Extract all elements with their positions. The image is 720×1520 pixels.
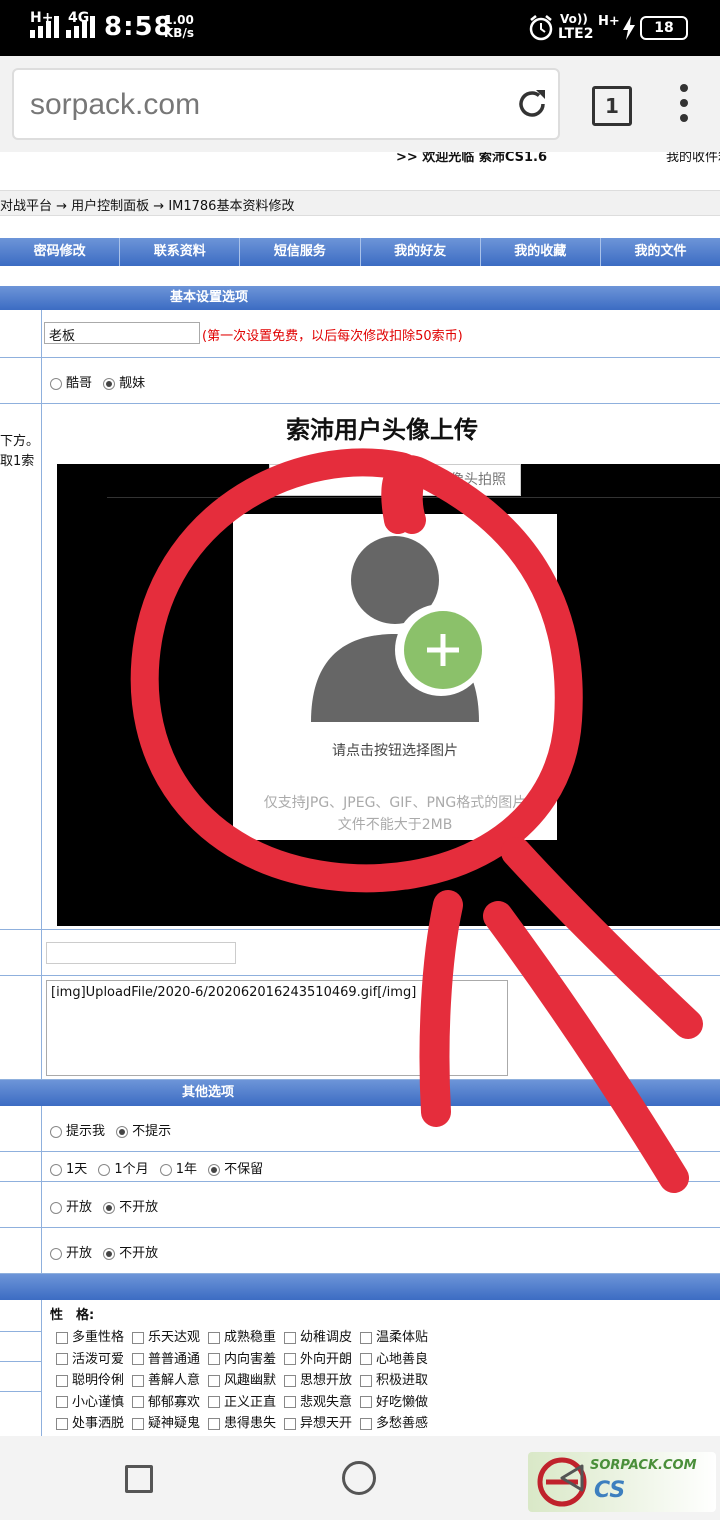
- system-nav-bar: SORPACK.COM CS: [0, 1436, 720, 1520]
- watermark-cs-mark: CS: [594, 1478, 626, 1503]
- home-button[interactable]: [342, 1461, 376, 1495]
- back-button-icon[interactable]: [556, 1462, 588, 1494]
- watermark-text: SORPACK.COM: [590, 1458, 697, 1473]
- red-annotation-circle-arrow: [130, 448, 703, 1193]
- recent-apps-button[interactable]: [125, 1465, 153, 1493]
